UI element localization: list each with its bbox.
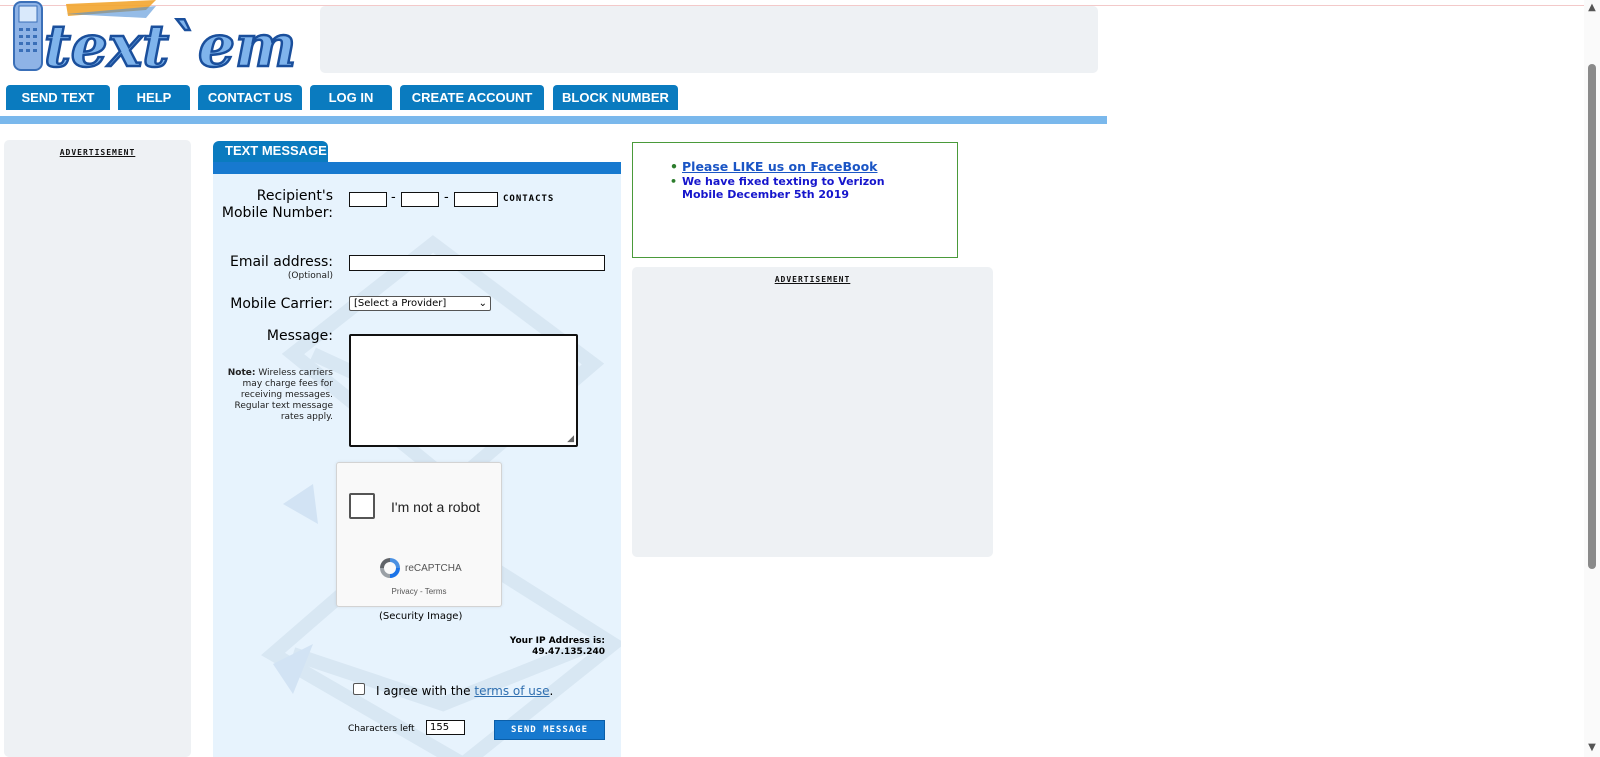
text-message-form: Recipient's Mobile Number: - - CONTACTS … [213, 174, 621, 757]
send-message-button[interactable]: SEND MESSAGE [494, 720, 605, 740]
email-label-wrap: Email address: (Optional) [213, 254, 333, 281]
terms-agree-label: I agree with the terms of use. [376, 684, 553, 698]
recipient-label-wrap: Recipient's Mobile Number: [213, 188, 333, 222]
characters-left-label: Characters left [348, 724, 415, 734]
terms-agree-prefix: I agree with the [376, 684, 475, 698]
vertical-scrollbar[interactable]: ▲ ▼ [1584, 0, 1600, 757]
recaptcha-terms-link[interactable]: Terms [425, 587, 447, 596]
ip-address-info: Your IP Address is: 49.47.135.240 [443, 636, 605, 658]
nav-block-number[interactable]: BLOCK NUMBER [553, 85, 678, 110]
phone-area-code-field[interactable] [349, 192, 387, 207]
right-advertisement: ADVERTISEMENT [632, 267, 993, 557]
terms-agree-checkbox[interactable] [353, 683, 365, 695]
message-label: Message: [266, 328, 333, 344]
message-label-wrap: Message: [213, 328, 333, 345]
recaptcha-logo-icon [380, 558, 400, 578]
news-list: Please LIKE us on FaceBook We have fixed… [670, 160, 922, 203]
advertisement-label: ADVERTISEMENT [59, 148, 136, 157]
resize-grip-icon[interactable]: ◢ [567, 434, 574, 444]
recaptcha-brand: reCAPTCHA [405, 563, 462, 574]
message-textarea[interactable]: ◢ [349, 334, 578, 447]
logo-graphic: text`em [13, 0, 298, 81]
recaptcha-widget: I'm not a robot reCAPTCHA Privacy - Term… [336, 462, 502, 607]
scroll-thumb[interactable] [1588, 64, 1596, 569]
nav-help[interactable]: HELP [118, 85, 190, 110]
nav-create-account[interactable]: CREATE ACCOUNT [400, 85, 544, 110]
ip-address-label: Your IP Address is: [509, 636, 605, 646]
nav-log-in[interactable]: LOG IN [310, 85, 392, 110]
note-label: Note: [227, 368, 256, 378]
scroll-down-arrow-icon[interactable]: ▼ [1584, 740, 1600, 756]
tab-text-message[interactable]: TEXT MESSAGE [213, 141, 328, 163]
phone-prefix-field[interactable] [401, 192, 439, 207]
characters-left-counter: 155 [426, 720, 465, 735]
recaptcha-links: Privacy - Terms [337, 587, 501, 596]
carrier-fee-note: Note: Wireless carriers may charge fees … [213, 368, 333, 423]
email-optional-label: (Optional) [287, 271, 333, 281]
site-logo[interactable]: text`em [6, 0, 306, 81]
security-image-label: (Security Image) [379, 611, 463, 622]
news-box: Please LIKE us on FaceBook We have fixed… [632, 142, 958, 258]
nav-send-text[interactable]: SEND TEXT [6, 85, 110, 110]
email-field[interactable] [349, 255, 605, 271]
contacts-link[interactable]: CONTACTS [503, 194, 554, 204]
phone-dash: - [444, 190, 449, 205]
phone-line-number-field[interactable] [454, 192, 498, 207]
carrier-selected-value: [Select a Provider] [354, 298, 447, 309]
scroll-up-arrow-icon[interactable]: ▲ [1584, 0, 1600, 16]
recaptcha-checkbox[interactable] [349, 493, 375, 519]
facebook-like-link[interactable]: Please LIKE us on FaceBook [670, 160, 922, 173]
nav-divider [0, 116, 1107, 124]
advertisement-label: ADVERTISEMENT [774, 275, 851, 284]
terms-of-use-link[interactable]: terms of use [474, 684, 549, 698]
news-item: We have fixed texting to Verizon Mobile … [670, 175, 922, 201]
svg-text:text`em: text`em [44, 12, 296, 78]
phone-dash: - [391, 190, 396, 205]
nav-contact-us[interactable]: CONTACT US [198, 85, 302, 110]
ip-address-value: 49.47.135.240 [532, 647, 605, 657]
recaptcha-label: I'm not a robot [391, 499, 481, 515]
chevron-down-icon: ⌄ [478, 298, 487, 309]
left-advertisement: ADVERTISEMENT [4, 140, 191, 757]
recaptcha-links-separator: - [417, 587, 425, 596]
panel-header-bar [213, 162, 621, 174]
carrier-select[interactable]: [Select a Provider] ⌄ [349, 296, 491, 311]
carrier-label-wrap: Mobile Carrier: [213, 296, 333, 313]
email-label: Email address: [229, 254, 333, 270]
recaptcha-privacy-link[interactable]: Privacy [392, 587, 418, 596]
carrier-label: Mobile Carrier: [230, 296, 333, 312]
terms-agree-suffix: . [549, 684, 554, 698]
recipient-label: Recipient's Mobile Number: [221, 188, 333, 221]
header-banner-ad [320, 6, 1098, 73]
